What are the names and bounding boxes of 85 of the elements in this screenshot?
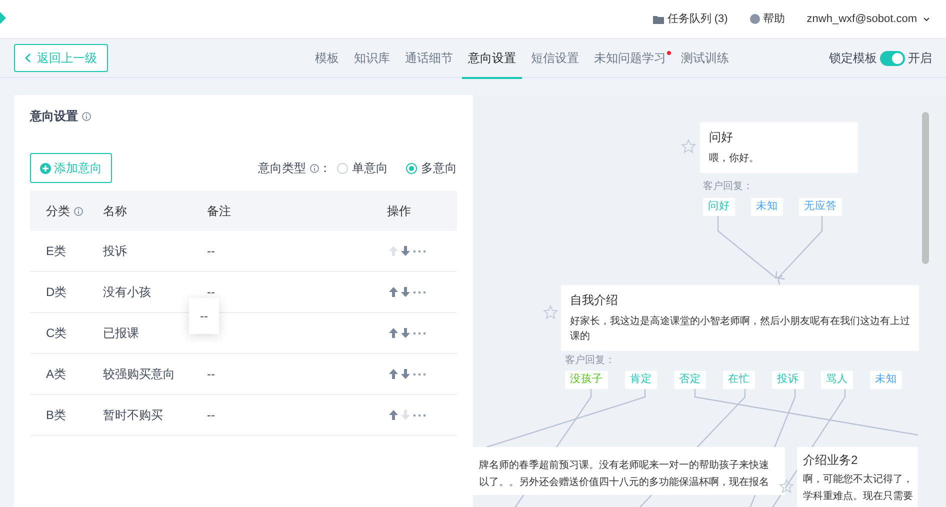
table-cell-text: A类 xyxy=(46,366,68,383)
move-up-button[interactable] xyxy=(389,410,398,420)
table-cell-text: E类 xyxy=(46,243,68,260)
star-icon xyxy=(681,139,696,154)
lock-toggle[interactable] xyxy=(880,50,905,66)
lock-state-label: 开启 xyxy=(908,50,932,67)
more-button[interactable] xyxy=(413,372,426,376)
more-button[interactable] xyxy=(413,414,426,416)
more-button[interactable] xyxy=(413,250,426,252)
table-cell-text: C类 xyxy=(46,325,68,342)
reply-tag[interactable]: 没孩子 xyxy=(565,371,608,389)
tab[interactable]: 测试训练 xyxy=(675,40,735,78)
move-up-button[interactable] xyxy=(389,287,398,297)
vertical-scrollbar[interactable] xyxy=(922,112,929,264)
plus-circle-icon xyxy=(40,162,51,174)
column-header: 操作 xyxy=(387,203,411,220)
table-cell-text: 较强购买意向 xyxy=(103,366,176,383)
star-icon xyxy=(779,479,794,494)
table-cell: -- xyxy=(207,408,215,422)
folder-icon xyxy=(653,14,664,24)
account-menu[interactable]: znwh_wxf@sobot.com xyxy=(806,10,930,28)
tab[interactable]: 意向设置 xyxy=(462,40,522,78)
back-button[interactable]: 返回上一级 xyxy=(14,44,108,72)
move-up-button[interactable] xyxy=(389,369,398,379)
table-cell-text: 没有小孩 xyxy=(103,284,152,301)
tab[interactable]: 未知问题学习 xyxy=(588,40,672,78)
reply-tag[interactable]: 肯定 xyxy=(625,371,657,389)
node-text: 喂，你好。 xyxy=(709,152,760,166)
reply-tag[interactable]: 未知 xyxy=(870,371,902,389)
reply-tag[interactable]: 未知 xyxy=(751,198,783,216)
tab[interactable]: 短信设置 xyxy=(525,40,585,78)
tab[interactable]: 知识库 xyxy=(348,40,396,78)
node-text: 好家长，我这边是高途课堂的小智老师啊，然后小朋友呢有在我们这边有上过课的 xyxy=(570,314,910,344)
reply-tag[interactable]: 投诉 xyxy=(772,371,804,389)
table-cell: -- xyxy=(207,285,215,299)
radio-option[interactable]: 多意向 xyxy=(406,159,457,177)
node-text: 啊，可能您不太记得了， xyxy=(803,472,912,487)
reply-tag[interactable]: 否定 xyxy=(674,371,706,389)
node-text: 牌名师的春季超前预习课。没有老师呢来一对一的帮助孩子来快速 xyxy=(479,458,770,473)
tab[interactable]: 模板 xyxy=(309,40,345,78)
reply-tag[interactable]: 骂人 xyxy=(821,371,853,389)
chevron-left-icon xyxy=(25,53,31,63)
table-cell-text: 已报课 xyxy=(103,325,140,342)
help-link[interactable]: 帮助 xyxy=(750,10,785,28)
reply-tag[interactable]: 在忙 xyxy=(723,371,755,389)
table-cell-text: 投诉 xyxy=(103,243,128,260)
reply-label: 客户回复： xyxy=(703,180,753,194)
info-icon xyxy=(82,112,91,120)
panel-title: 意向设置 xyxy=(30,108,78,125)
add-intent-button[interactable]: 添加意向 xyxy=(30,153,112,183)
reply-label: 客户回复： xyxy=(565,354,615,368)
lock-template-label: 锁定模板 xyxy=(829,50,877,67)
colon-text: ： xyxy=(319,160,331,177)
tab[interactable]: 通话细节 xyxy=(399,40,459,78)
node-text: 以了。。另外还会赠送价值四十八元的多功能保温杯啊，现在报名 xyxy=(479,476,770,490)
reply-tag[interactable]: 问好 xyxy=(703,198,735,216)
radio-option[interactable]: 单意向 xyxy=(337,159,388,177)
node-title: 介绍业务2 xyxy=(803,452,859,469)
table-cell-text: D类 xyxy=(46,284,68,301)
more-button[interactable] xyxy=(413,290,426,294)
task-queue-link[interactable]: 任务队列 (3) xyxy=(653,10,728,28)
table-cell: -- xyxy=(207,367,215,381)
info-icon xyxy=(74,206,83,216)
more-button[interactable] xyxy=(413,332,426,334)
column-header: 备注 xyxy=(207,203,231,220)
intent-type-label: 意向类型 xyxy=(258,160,306,177)
table-cell-text: 暂时不购买 xyxy=(103,407,164,424)
node-text: 学科重难点。现在只需要 xyxy=(803,490,912,504)
info-icon xyxy=(310,164,319,172)
move-down-button[interactable] xyxy=(401,328,410,338)
node-title: 问好 xyxy=(709,129,734,146)
node-title: 自我介绍 xyxy=(570,292,619,309)
column-header: 分类 xyxy=(46,203,70,220)
move-down-button[interactable] xyxy=(401,369,410,379)
move-down-button[interactable] xyxy=(401,287,410,297)
caret-icon xyxy=(923,16,930,22)
logo-icon xyxy=(0,12,6,24)
column-header: 名称 xyxy=(103,203,127,220)
star-icon xyxy=(543,305,558,320)
move-up-button[interactable] xyxy=(389,328,398,338)
tooltip: -- xyxy=(189,298,219,334)
table-cell: -- xyxy=(207,244,215,258)
table-cell-text: B类 xyxy=(46,407,68,424)
reply-tag[interactable]: 无应答 xyxy=(799,198,842,216)
move-down-button[interactable] xyxy=(401,246,410,256)
